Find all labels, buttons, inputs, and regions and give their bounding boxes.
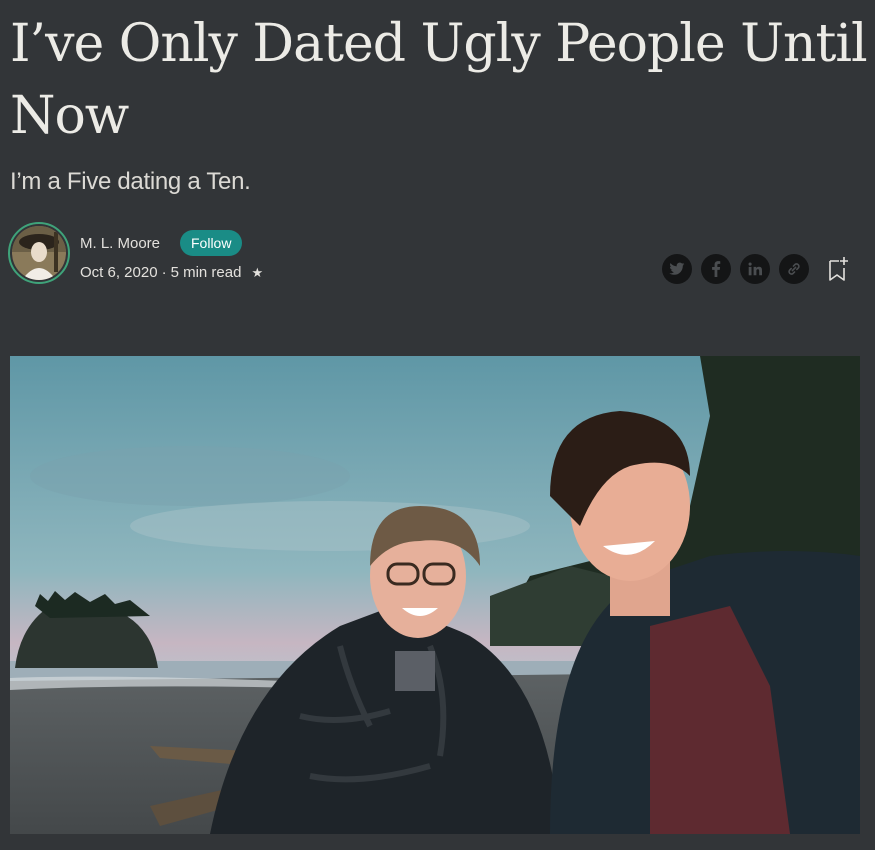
author-name[interactable]: M. L. Moore <box>80 235 160 252</box>
facebook-icon[interactable] <box>701 254 731 284</box>
twitter-icon[interactable] <box>662 254 692 284</box>
hero-photo <box>10 356 860 834</box>
read-time: 5 min read <box>170 264 242 281</box>
article-title: I’ve Only Dated Ugly People Until Now <box>10 14 868 146</box>
author-avatar[interactable] <box>8 222 70 284</box>
avatar-portrait-image <box>12 226 66 280</box>
bookmark-add-icon[interactable] <box>827 256 849 282</box>
linkedin-icon[interactable] <box>740 254 770 284</box>
meta-separator: · <box>161 264 167 281</box>
link-icon[interactable] <box>779 254 809 284</box>
article-meta: Oct 6, 2020 · 5 min read ★ <box>80 264 263 281</box>
publish-date: Oct 6, 2020 <box>80 264 158 281</box>
follow-button[interactable]: Follow <box>180 230 243 256</box>
share-buttons <box>662 254 809 284</box>
member-star-icon: ★ <box>251 264 264 280</box>
article-subtitle: I’m a Five dating a Ten. <box>10 168 251 195</box>
